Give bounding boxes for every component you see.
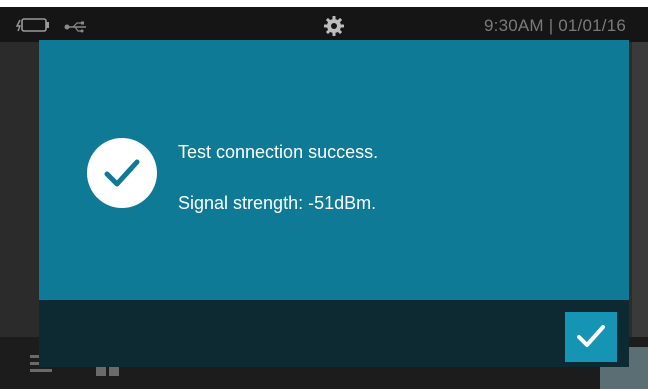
- grid-icon: [96, 365, 120, 383]
- background-side-panel: [632, 42, 648, 337]
- dialog-footer: [39, 300, 629, 367]
- dialog-message: Test connection success.: [178, 142, 379, 162]
- status-bar: 9:30AM | 01/01/16: [0, 7, 648, 42]
- clock-date: 9:30AM | 01/01/16: [484, 16, 627, 35]
- checkmark-circle-icon: [87, 138, 157, 208]
- checkmark-icon: [577, 325, 605, 347]
- battery-icon: [15, 18, 50, 37]
- ok-button[interactable]: [565, 312, 617, 362]
- success-dialog: Test connection success. Signal strength…: [39, 40, 629, 367]
- settings-gear-icon[interactable]: [324, 16, 344, 41]
- usb-icon: [64, 20, 88, 38]
- signal-strength-text: Signal strength: -51dBm.: [178, 193, 377, 213]
- device-screen: 9:30AM | 01/01/16 Test connection succes…: [0, 7, 648, 389]
